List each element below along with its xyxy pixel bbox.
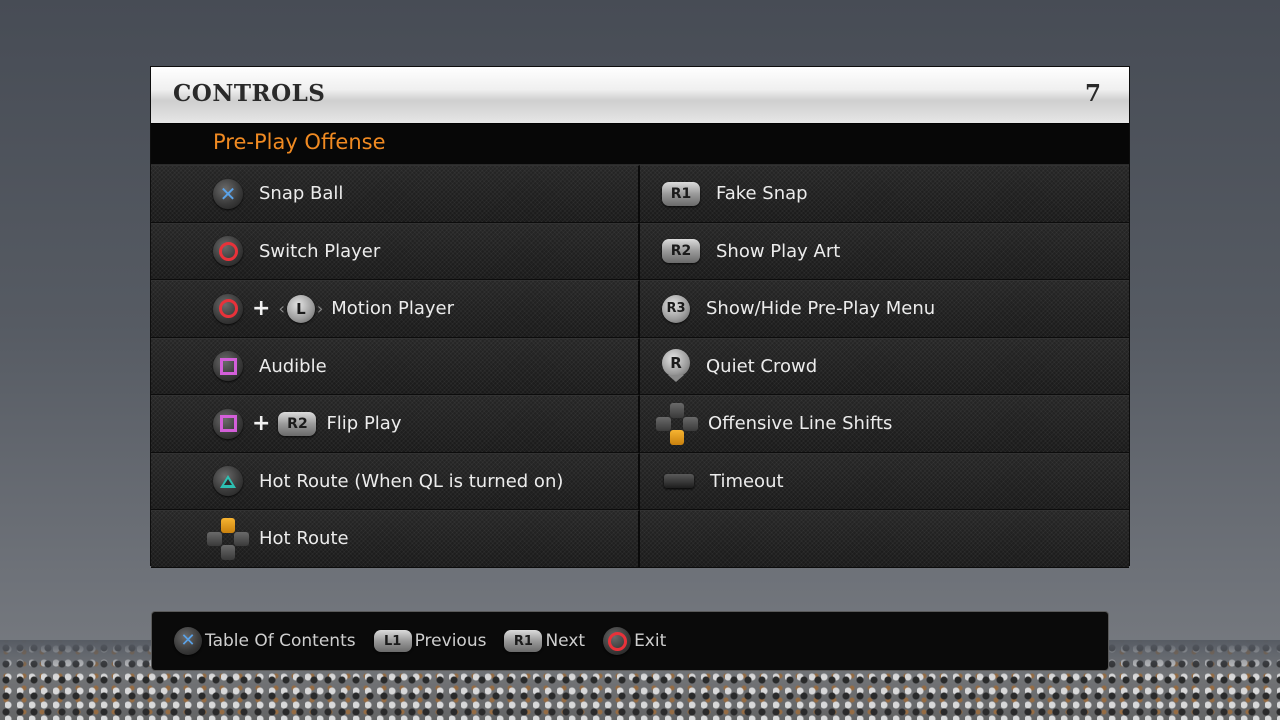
page-title: CONTROLS bbox=[173, 80, 326, 107]
control-label: Show/Hide Pre-Play Menu bbox=[706, 298, 936, 320]
control-row-hot-route: Hot Route bbox=[151, 510, 640, 568]
circle-button-icon bbox=[213, 293, 243, 324]
plus-sign: + bbox=[252, 296, 271, 322]
section-header: Pre-Play Offense bbox=[151, 124, 1129, 165]
control-label: Offensive Line Shifts bbox=[708, 413, 893, 435]
controls-panel: CONTROLS 7 Pre-Play Offense ✕ Snap Ball … bbox=[150, 66, 1130, 568]
control-row-line-shifts: Offensive Line Shifts bbox=[640, 395, 1129, 453]
next-button[interactable]: R1 Next bbox=[504, 630, 585, 652]
triangle-button-icon bbox=[213, 466, 243, 497]
control-row-pre-play-menu: R3 Show/Hide Pre-Play Menu bbox=[640, 280, 1129, 338]
control-row-quiet-crowd: R Quiet Crowd bbox=[640, 337, 1129, 395]
left-stick-button: L bbox=[286, 294, 315, 323]
control-row-timeout: Timeout bbox=[640, 452, 1129, 510]
square-button-icon bbox=[213, 408, 243, 439]
table-of-contents-button[interactable]: ✕ Table Of Contents bbox=[174, 627, 356, 655]
nav-label: Table Of Contents bbox=[205, 631, 356, 651]
select-button-icon bbox=[664, 474, 694, 489]
r2-button-icon: R2 bbox=[662, 239, 700, 264]
right-stick-down-icon: R bbox=[662, 349, 690, 383]
nav-label: Previous bbox=[414, 631, 487, 651]
control-row-motion-player: + ‹ L › Motion Player bbox=[151, 280, 640, 338]
circle-button-icon bbox=[603, 627, 632, 655]
nav-label: Next bbox=[545, 631, 586, 651]
control-label: Snap Ball bbox=[259, 183, 344, 205]
dpad-up-icon bbox=[207, 517, 249, 560]
control-row-flip-play: + R2 Flip Play bbox=[151, 395, 640, 453]
control-row-audible: Audible bbox=[151, 337, 640, 395]
dpad-down-icon bbox=[656, 402, 698, 445]
plus-sign: + bbox=[252, 411, 271, 437]
control-row-snap-ball: ✕ Snap Ball bbox=[151, 165, 640, 223]
bottom-nav-bar: ✕ Table Of Contents L1 Previous R1 Next … bbox=[151, 611, 1109, 671]
square-button-icon bbox=[213, 351, 243, 382]
cross-button-icon: ✕ bbox=[213, 178, 243, 209]
page-number: 7 bbox=[1084, 80, 1101, 107]
r3-button-icon: R3 bbox=[662, 294, 690, 323]
panel-header: CONTROLS 7 bbox=[151, 67, 1129, 124]
control-label: Hot Route (When QL is turned on) bbox=[259, 470, 564, 492]
control-label: Switch Player bbox=[259, 240, 381, 262]
control-label: Quiet Crowd bbox=[706, 355, 818, 377]
control-label: Motion Player bbox=[331, 298, 455, 320]
exit-button[interactable]: Exit bbox=[603, 627, 666, 655]
control-label: Timeout bbox=[710, 470, 784, 492]
controls-grid: ✕ Snap Ball R1 Fake Snap Switch Player R… bbox=[151, 165, 1129, 568]
r1-button-icon: R1 bbox=[504, 630, 543, 652]
control-label: Fake Snap bbox=[716, 183, 808, 205]
control-label: Show Play Art bbox=[716, 240, 841, 262]
control-row-hot-route-ql: Hot Route (When QL is turned on) bbox=[151, 452, 640, 510]
left-stick-icon: ‹ L › bbox=[278, 294, 323, 323]
control-row-show-play-art: R2 Show Play Art bbox=[640, 222, 1129, 280]
previous-button[interactable]: L1 Previous bbox=[373, 630, 487, 652]
r1-button-icon: R1 bbox=[662, 181, 700, 206]
r2-button-icon: R2 bbox=[278, 411, 317, 436]
control-label: Hot Route bbox=[259, 528, 349, 550]
cross-button-icon: ✕ bbox=[174, 627, 202, 655]
section-title: Pre-Play Offense bbox=[213, 130, 386, 154]
control-row-fake-snap: R1 Fake Snap bbox=[640, 165, 1129, 223]
nav-label: Exit bbox=[634, 631, 667, 651]
empty-cell bbox=[640, 510, 1129, 568]
control-label: Flip Play bbox=[326, 413, 402, 435]
l1-button-icon: L1 bbox=[373, 630, 412, 652]
control-label: Audible bbox=[259, 355, 327, 377]
circle-button-icon bbox=[213, 236, 243, 267]
control-row-switch-player: Switch Player bbox=[151, 222, 640, 280]
